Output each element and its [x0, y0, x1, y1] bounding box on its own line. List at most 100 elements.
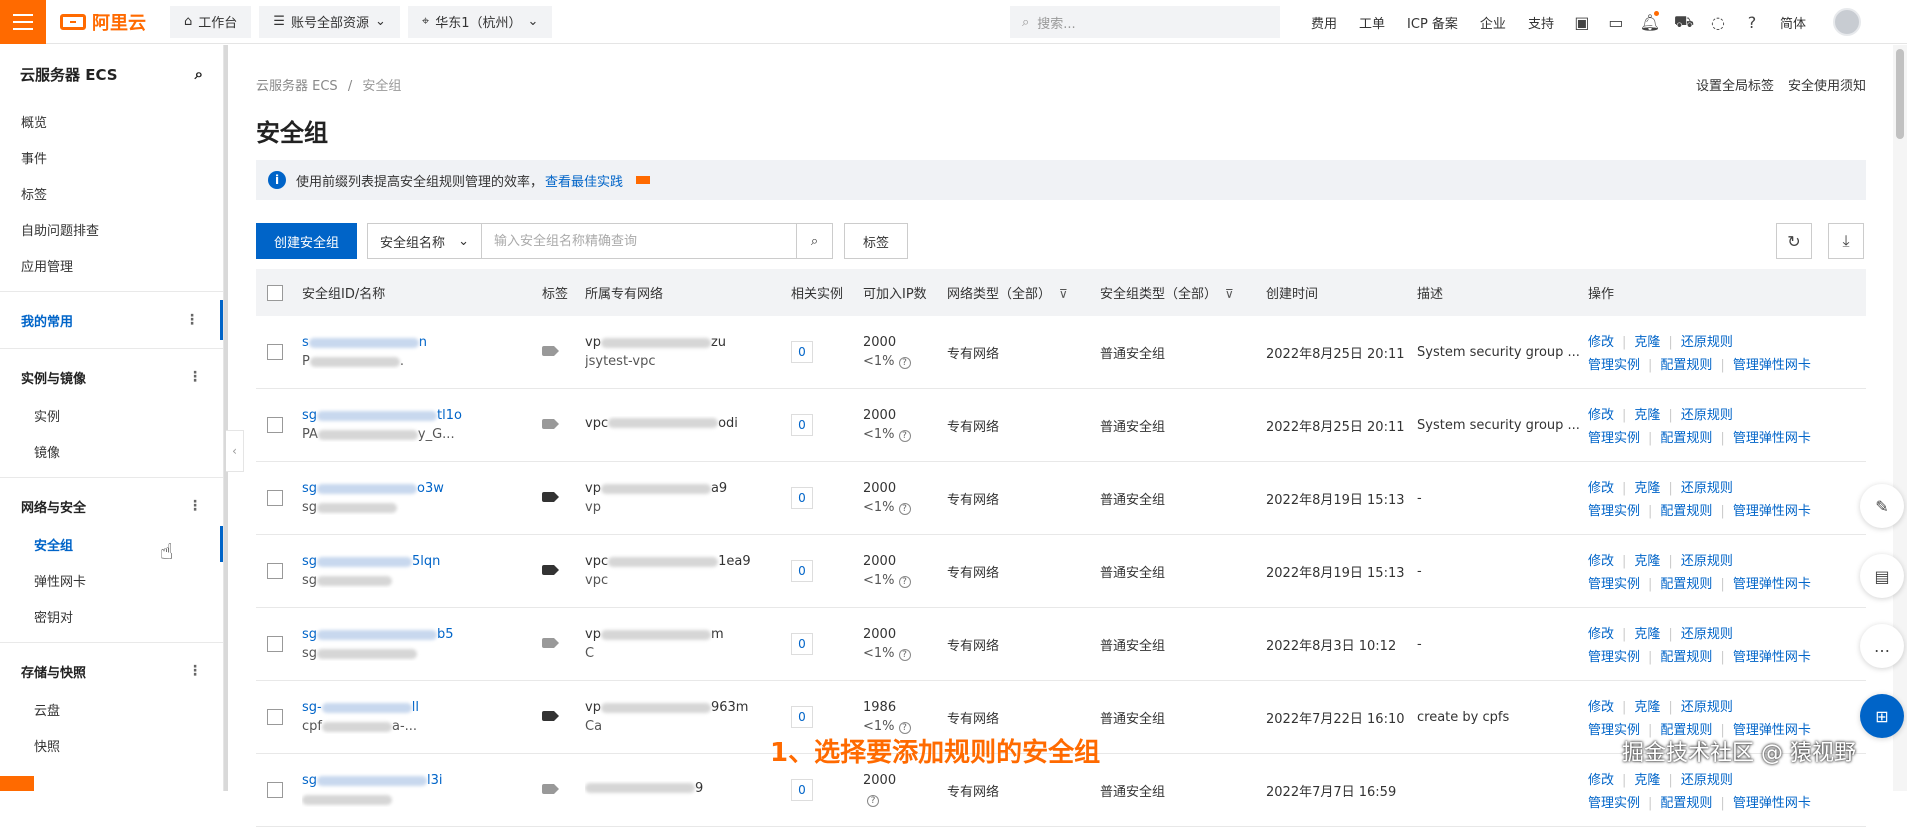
sidebar-item-eni[interactable]: 弹性网卡	[0, 562, 223, 598]
bell-icon[interactable]: 🔔︎	[1633, 0, 1667, 44]
sidebar-group-storage-snapshots[interactable]: 存储与快照 ⋮	[0, 651, 223, 691]
restore-rules-link[interactable]: 还原规则	[1681, 773, 1733, 788]
manage-eni-link[interactable]: 管理弹性网卡	[1733, 504, 1811, 519]
sidebar-item-instances[interactable]: 实例	[0, 397, 223, 433]
clone-link[interactable]: 克隆	[1634, 627, 1660, 642]
tag-filter-button[interactable]: 标签	[844, 223, 909, 259]
tag-icon[interactable]	[542, 710, 559, 721]
account-resources-dropdown[interactable]: ☰ 账号全部资源 ⌄	[259, 5, 400, 38]
tag-icon[interactable]	[542, 783, 559, 794]
breadcrumb-root[interactable]: 云服务器 ECS	[256, 79, 338, 94]
sidebar-item-keypairs[interactable]: 密钥对	[0, 598, 223, 634]
related-instances-count[interactable]: 0	[791, 560, 813, 582]
sidebar-group-my-common[interactable]: 我的常用 ⋮	[0, 300, 223, 340]
aliyun-logo[interactable]: 阿里云	[46, 0, 162, 44]
tag-icon[interactable]	[542, 564, 559, 575]
sg-id-link[interactable]: sg 5lqn	[302, 554, 440, 569]
lightbulb-icon[interactable]: ◌	[1701, 0, 1735, 44]
tag-icon[interactable]	[542, 491, 559, 502]
manage-eni-link[interactable]: 管理弹性网卡	[1733, 431, 1811, 446]
search-button[interactable]: ⌕	[797, 223, 834, 259]
refresh-icon[interactable]: ↻	[1776, 223, 1812, 259]
tag-icon[interactable]	[542, 637, 559, 648]
row-checkbox[interactable]	[267, 417, 283, 433]
related-instances-count[interactable]: 0	[791, 487, 813, 509]
sidebar-scrollbar[interactable]	[224, 45, 228, 791]
clone-link[interactable]: 克隆	[1634, 700, 1660, 715]
global-tag-link[interactable]: 设置全局标签	[1696, 75, 1774, 94]
more-icon[interactable]: ⋮	[185, 312, 199, 328]
configure-rules-link[interactable]: 配置规则	[1660, 577, 1712, 592]
avatar[interactable]	[1832, 8, 1861, 36]
edit-link[interactable]: 修改	[1588, 700, 1614, 715]
app-icon[interactable]: ▣	[1565, 0, 1599, 44]
row-checkbox[interactable]	[267, 636, 283, 652]
search-field-select[interactable]: 安全组名称 ⌄	[367, 223, 483, 259]
tag-icon[interactable]	[542, 418, 559, 429]
chat-icon[interactable]: …	[1860, 624, 1904, 668]
search-input[interactable]	[482, 223, 798, 259]
sidebar-item-images[interactable]: 镜像	[0, 433, 223, 469]
help-icon[interactable]: ?	[867, 795, 879, 807]
sidebar-item-disks[interactable]: 云盘	[0, 691, 223, 727]
sidebar-item-security-groups[interactable]: 安全组	[0, 526, 223, 562]
sg-id-link[interactable]: sg-ll	[302, 700, 419, 715]
enterprise-link[interactable]: 企业	[1469, 13, 1517, 32]
sg-id-link[interactable]: sg b5	[302, 627, 454, 642]
help-icon[interactable]: ?	[898, 649, 911, 661]
create-security-group-button[interactable]: 创建安全组	[256, 223, 358, 259]
terminal-icon[interactable]: ▭	[1599, 0, 1633, 44]
configure-rules-link[interactable]: 配置规则	[1660, 796, 1712, 811]
download-icon[interactable]: ⤓	[1828, 223, 1864, 259]
related-instances-count[interactable]: 0	[791, 706, 813, 728]
filter-icon[interactable]: ⊽	[1059, 287, 1068, 301]
manage-instances-link[interactable]: 管理实例	[1588, 577, 1640, 592]
manage-eni-link[interactable]: 管理弹性网卡	[1733, 796, 1811, 811]
manage-eni-link[interactable]: 管理弹性网卡	[1733, 650, 1811, 665]
row-checkbox[interactable]	[267, 563, 283, 579]
search-icon[interactable]: ⌕	[195, 65, 203, 83]
row-checkbox[interactable]	[267, 490, 283, 506]
manage-eni-link[interactable]: 管理弹性网卡	[1733, 358, 1811, 373]
help-icon[interactable]: ?	[898, 357, 911, 369]
help-icon[interactable]: ?	[898, 503, 911, 515]
sg-id-link[interactable]: sg l3i	[302, 773, 443, 788]
manage-instances-link[interactable]: 管理实例	[1588, 358, 1640, 373]
help-icon[interactable]: ?	[898, 430, 911, 442]
best-practice-link[interactable]: 查看最佳实践	[545, 171, 623, 190]
configure-rules-link[interactable]: 配置规则	[1660, 650, 1712, 665]
edit-link[interactable]: 修改	[1588, 773, 1614, 788]
clone-link[interactable]: 克隆	[1634, 408, 1660, 423]
select-all-checkbox[interactable]	[267, 284, 283, 301]
icp-link[interactable]: ICP 备案	[1396, 13, 1469, 32]
sidebar-group-network-security[interactable]: 网络与安全 ⋮	[0, 486, 223, 526]
row-checkbox[interactable]	[267, 782, 283, 798]
apps-icon[interactable]: ⊞	[1860, 694, 1904, 738]
manage-instances-link[interactable]: 管理实例	[1588, 796, 1640, 811]
edit-link[interactable]: 修改	[1588, 481, 1614, 496]
sidebar-collapse-handle[interactable]: ‹	[226, 430, 244, 472]
configure-rules-link[interactable]: 配置规则	[1660, 504, 1712, 519]
related-instances-count[interactable]: 0	[791, 779, 813, 801]
configure-rules-link[interactable]: 配置规则	[1660, 431, 1712, 446]
edit-link[interactable]: 修改	[1588, 627, 1614, 642]
security-notice-link[interactable]: 安全使用须知	[1788, 75, 1866, 94]
manage-instances-link[interactable]: 管理实例	[1588, 504, 1640, 519]
filter-icon[interactable]: ⊽	[1225, 287, 1234, 301]
row-checkbox[interactable]	[267, 344, 283, 360]
sidebar-item-events[interactable]: 事件	[0, 139, 223, 175]
related-instances-count[interactable]: 0	[791, 414, 813, 436]
sg-id-link[interactable]: sg o3w	[302, 481, 444, 496]
edit-link[interactable]: 修改	[1588, 554, 1614, 569]
sidebar-item-snapshots[interactable]: 快照	[0, 727, 223, 763]
configure-rules-link[interactable]: 配置规则	[1660, 358, 1712, 373]
edit-link[interactable]: 修改	[1588, 335, 1614, 350]
edit-link[interactable]: 修改	[1588, 408, 1614, 423]
restore-rules-link[interactable]: 还原规则	[1681, 554, 1733, 569]
more-icon[interactable]: ⋮	[188, 663, 202, 679]
edit-icon[interactable]: ✎	[1860, 484, 1904, 528]
more-icon[interactable]: ⋮	[188, 498, 202, 514]
row-checkbox[interactable]	[267, 709, 283, 725]
sg-id-link[interactable]: sn	[302, 335, 427, 350]
restore-rules-link[interactable]: 还原规则	[1681, 700, 1733, 715]
